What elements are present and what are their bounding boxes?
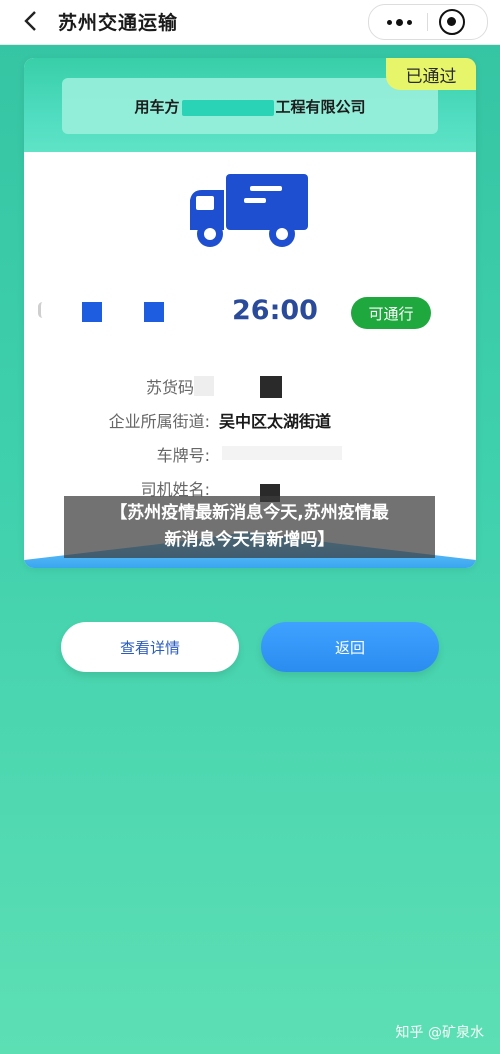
- status-badge: 已通过: [386, 58, 476, 90]
- info-label: 企业所属街道:: [108, 412, 210, 431]
- info-row-street: 企业所属街道: 吴中区太湖街道: [24, 404, 476, 434]
- back-icon[interactable]: [18, 9, 42, 33]
- caption-line-2: 新消息今天有新增吗】: [164, 530, 335, 550]
- truck-icon: [190, 174, 308, 247]
- info-row-code: 苏货码编: [24, 370, 476, 400]
- company-prefix: 用车方: [134, 98, 180, 116]
- more-icon[interactable]: [381, 12, 417, 32]
- info-value: 吴中区太湖街道: [219, 412, 332, 431]
- caption-line-1: 【苏州疫情最新消息今天,苏州疫情最: [110, 503, 389, 523]
- redaction-block: [222, 446, 342, 460]
- top-bar: 苏州交通运输: [0, 0, 500, 45]
- redaction-block: [194, 376, 214, 396]
- mini-program-capsule: [368, 4, 488, 40]
- time-display: 26:00: [232, 295, 318, 326]
- pass-status-button: 可通行: [351, 297, 431, 329]
- info-row-plate: 车牌号:: [24, 438, 476, 468]
- ring-fragment: [38, 302, 47, 318]
- watermark: 知乎 @矿泉水: [395, 1025, 484, 1041]
- capsule-divider: [427, 13, 428, 31]
- view-details-button[interactable]: 查看详情: [61, 622, 239, 672]
- time-row: 26:00 可通行: [24, 290, 476, 330]
- pass-card: 用车方 工程有限公司 已通过 26:00 可通行 苏货码编 企业所属街道: 吴中区…: [24, 58, 476, 568]
- redaction-mask: [181, 99, 274, 116]
- redaction-block: [260, 376, 282, 398]
- app-title: 苏州交通运输: [58, 12, 179, 34]
- card-header: 用车方 工程有限公司 已通过: [24, 58, 476, 152]
- return-button[interactable]: 返回: [261, 622, 439, 672]
- info-label: 车牌号:: [156, 446, 210, 465]
- target-icon[interactable]: [439, 9, 465, 35]
- redaction-square: [144, 302, 164, 322]
- caption-overlay: 【苏州疫情最新消息今天,苏州疫情最 新消息今天有新增吗】: [64, 496, 435, 558]
- company-suffix: 工程有限公司: [275, 98, 366, 116]
- redaction-square: [82, 302, 102, 322]
- company-name: 用车方 工程有限公司: [24, 96, 476, 117]
